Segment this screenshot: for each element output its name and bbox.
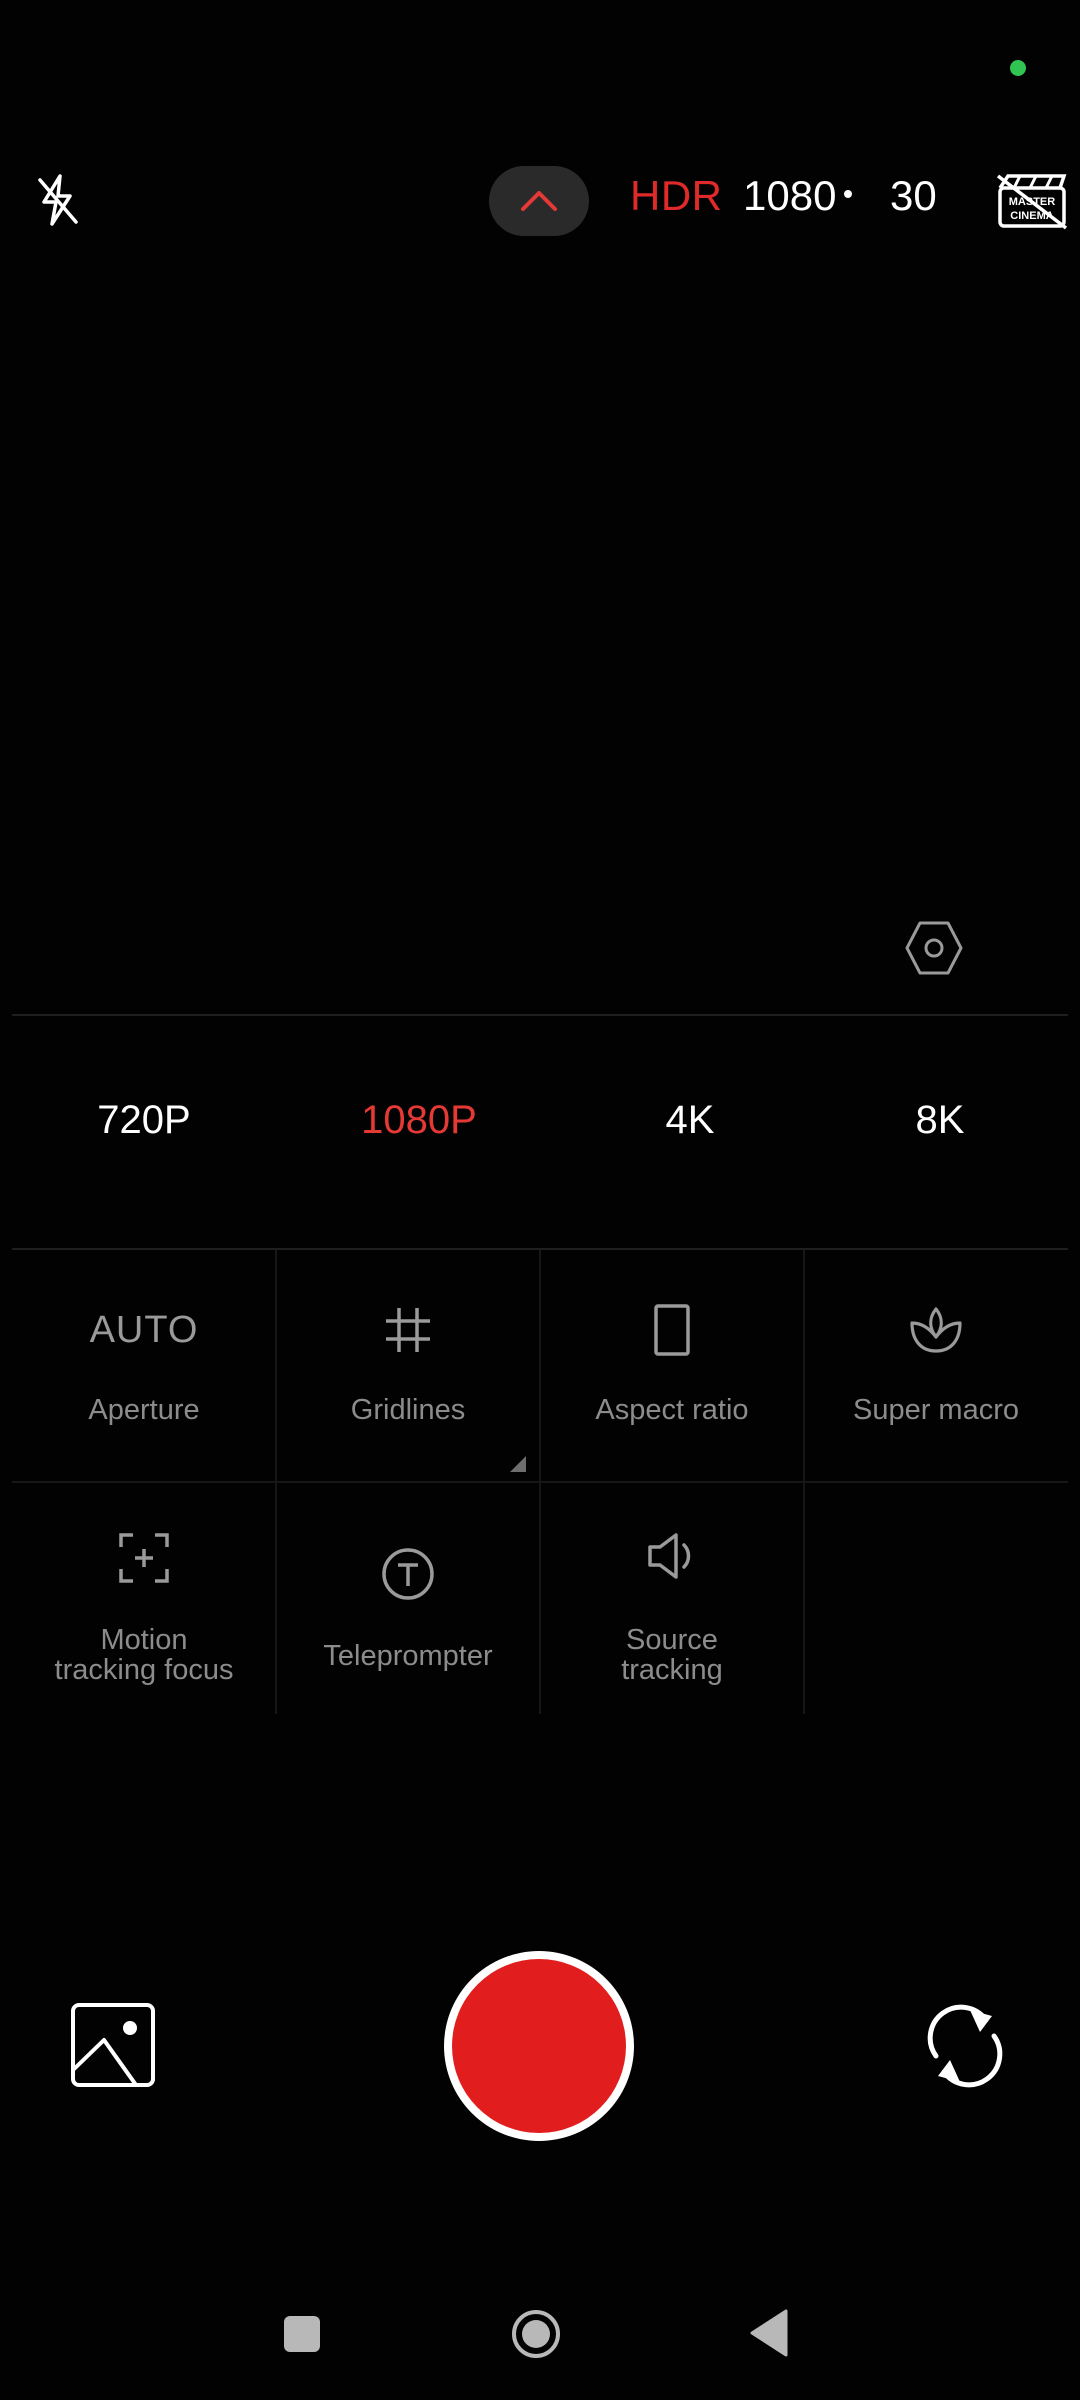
macro-flower-icon <box>906 1300 966 1360</box>
tool-label: Gridlines <box>350 1394 466 1426</box>
resolution-option-4k[interactable]: 4K <box>666 1098 715 1143</box>
aspect-ratio-icon <box>642 1300 702 1360</box>
resolution-indicator[interactable]: 1080 <box>743 172 836 220</box>
separator-dot <box>844 190 852 198</box>
hdr-toggle[interactable]: HDR <box>630 172 723 220</box>
settings-icon[interactable] <box>904 918 964 978</box>
speaker-icon <box>642 1526 702 1586</box>
tool-gridlines[interactable]: Gridlines <box>276 1250 540 1482</box>
tool-motion-tracking-focus[interactable]: Motion tracking focus <box>12 1482 276 1714</box>
tool-label: Teleprompter <box>323 1640 493 1672</box>
home-circle-icon <box>512 2310 560 2358</box>
nav-recents-button[interactable] <box>284 2316 320 2352</box>
tool-aperture[interactable]: AUTO Aperture <box>12 1250 276 1482</box>
tool-super-macro[interactable]: Super macro <box>804 1250 1068 1482</box>
aperture-value: AUTO <box>90 1300 198 1360</box>
nav-back-button[interactable] <box>748 2308 790 2358</box>
resolution-option-8k[interactable]: 8K <box>916 1098 965 1143</box>
flash-off-icon[interactable] <box>32 170 84 230</box>
top-bar: HDR 1080 30 MASTER CINEMA <box>0 160 1080 244</box>
tool-label-line2: tracking focus <box>54 1654 234 1686</box>
privacy-indicator-dot <box>1010 60 1026 76</box>
gallery-thumbnail[interactable] <box>70 2002 156 2088</box>
camera-app: HDR 1080 30 MASTER CINEMA 720P 1080P <box>0 0 1080 2400</box>
grid-icon <box>378 1300 438 1360</box>
focus-tracking-icon <box>114 1528 174 1588</box>
resolution-option-720p[interactable]: 720P <box>97 1098 190 1143</box>
tool-label: Super macro <box>852 1394 1019 1426</box>
switch-camera-icon[interactable] <box>924 1998 1006 2094</box>
more-options-indicator <box>510 1456 526 1472</box>
resolution-option-1080p[interactable]: 1080P <box>361 1098 477 1143</box>
tool-label-line1: Motion <box>100 1624 188 1656</box>
master-cinema-off-icon[interactable]: MASTER CINEMA <box>996 172 1068 230</box>
nav-home-button[interactable] <box>510 2308 562 2360</box>
teleprompter-icon <box>378 1544 438 1604</box>
fps-indicator[interactable]: 30 <box>890 172 937 220</box>
tool-teleprompter[interactable]: Teleprompter <box>276 1482 540 1714</box>
tool-label: Aspect ratio <box>595 1394 749 1426</box>
aperture-auto-value: AUTO <box>89 1308 199 1351</box>
tool-label: Aperture <box>88 1394 200 1426</box>
divider <box>12 1014 1068 1016</box>
tool-aspect-ratio[interactable]: Aspect ratio <box>540 1250 804 1482</box>
tools-grid: AUTO Aperture Gridlines Aspect ratio Sup… <box>12 1250 1068 1714</box>
chevron-up-icon <box>521 191 557 211</box>
record-button[interactable] <box>444 1951 634 2141</box>
gallery-icon <box>71 2003 155 2087</box>
record-button-inner <box>452 1959 626 2133</box>
resolution-selector: 720P 1080P 4K 8K <box>0 1020 1080 1250</box>
back-triangle-icon <box>750 2309 788 2357</box>
tool-source-tracking[interactable]: Source tracking <box>540 1482 804 1714</box>
expand-menu-button[interactable] <box>489 166 589 236</box>
tool-label-line2: tracking <box>621 1654 723 1686</box>
tool-label-line1: Source <box>626 1624 718 1656</box>
